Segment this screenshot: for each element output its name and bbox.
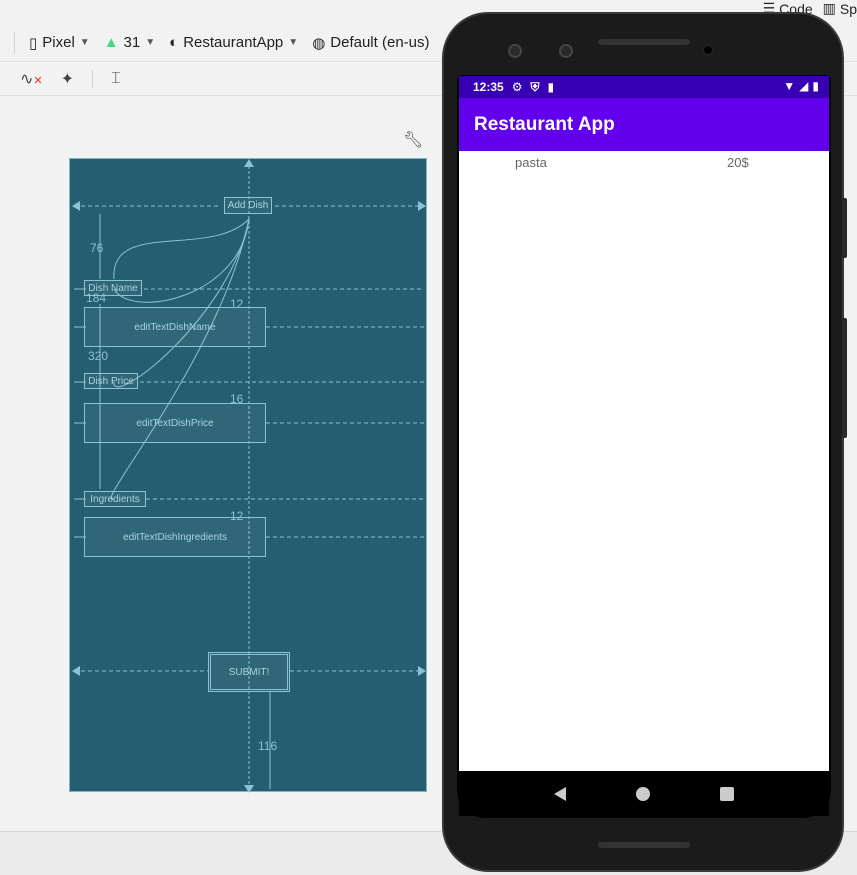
home-icon[interactable] xyxy=(636,786,650,801)
edit-dish-name-widget[interactable]: editTextDishName xyxy=(84,307,266,347)
device-label: Pixel xyxy=(42,34,75,51)
status-time: 12:35 xyxy=(473,80,504,94)
margin-16: 16 xyxy=(230,392,244,406)
status-bar: 12:35 ⚙ ⛨ ▮ ▼ ◢ ▮ xyxy=(459,76,829,98)
app-title: Restaurant App xyxy=(474,113,615,135)
sensor-icon xyxy=(559,44,573,58)
globe-icon: ◍ xyxy=(312,34,326,52)
navigation-bar xyxy=(459,771,829,816)
constraint-lines xyxy=(72,159,426,793)
recents-icon[interactable] xyxy=(720,786,734,801)
power-button[interactable] xyxy=(842,198,847,258)
wifi-icon: ▼ xyxy=(783,79,796,93)
add-dish-widget[interactable]: Add Dish xyxy=(224,197,272,214)
edit-ingredients-widget[interactable]: editTextDishIngredients xyxy=(84,517,266,557)
split-view-label: Sp xyxy=(839,0,857,17)
battery-icon: ▮ xyxy=(812,79,819,93)
dish-price: 20$ xyxy=(727,155,749,170)
android-icon: ▲ xyxy=(103,34,119,51)
margin-184: 184 xyxy=(86,291,107,305)
locale-label: Default (en-us) xyxy=(330,34,430,51)
bottom-speaker xyxy=(598,842,690,848)
toolbar-divider xyxy=(92,69,94,88)
earpiece-speaker xyxy=(598,39,690,45)
guidelines-icon[interactable]: ⌶ xyxy=(111,70,121,88)
margin-76: 76 xyxy=(90,241,104,255)
phone-icon: ▯ xyxy=(29,34,38,52)
shield-icon: ⛨ xyxy=(530,79,540,94)
split-icon: ▥ xyxy=(822,0,836,16)
volume-button[interactable] xyxy=(842,318,847,438)
infer-constraints-icon[interactable]: ✦ xyxy=(61,69,74,89)
device-selector[interactable]: ▯ Pixel ▼ xyxy=(29,34,90,52)
margin-320: 320 xyxy=(88,349,109,363)
chevron-down-icon: ▼ xyxy=(79,37,90,48)
theme-icon: ◐ xyxy=(169,34,179,51)
margin-12a: 12 xyxy=(230,297,244,311)
dish-price-label-widget[interactable]: Dish Price xyxy=(84,373,138,389)
toolbar-divider xyxy=(14,31,15,54)
ingredients-label-widget[interactable]: Ingredients xyxy=(84,491,146,507)
list-item[interactable]: pasta 20$ xyxy=(459,155,829,175)
blueprint-view[interactable]: Add Dish Dish Name editTextDishName Dish… xyxy=(69,158,427,793)
wrench-icon[interactable]: 🔧︎ xyxy=(403,130,423,150)
dish-name: pasta xyxy=(515,155,547,170)
signal-icon: ◢ xyxy=(799,79,809,93)
status-right-icons: ▼ ◢ ▮ xyxy=(783,79,819,93)
edit-dish-price-widget[interactable]: editTextDishPrice xyxy=(84,403,266,443)
front-camera-icon xyxy=(508,44,522,58)
dish-list: pasta 20$ xyxy=(459,151,829,771)
chevron-down-icon: ▼ xyxy=(288,37,299,48)
theme-selector[interactable]: ◐ RestaurantApp ▼ xyxy=(169,34,298,51)
api-level-label: 31 xyxy=(123,34,141,51)
settings-gear-icon: ⚙ xyxy=(511,80,523,94)
app-bar: Restaurant App xyxy=(459,98,829,151)
sd-card-icon: ▮ xyxy=(547,80,555,94)
margin-12b: 12 xyxy=(230,509,244,523)
back-icon[interactable] xyxy=(554,786,566,801)
theme-label: RestaurantApp xyxy=(183,34,284,51)
chevron-down-icon: ▼ xyxy=(145,37,156,48)
split-view-button[interactable]: ▥ Sp xyxy=(823,0,857,17)
locale-selector[interactable]: ◍ Default (en-us) xyxy=(312,34,429,52)
api-level-selector[interactable]: ▲ 31 ▼ xyxy=(104,34,155,51)
submit-widget[interactable]: SUBMIT! xyxy=(208,652,290,692)
margin-116: 116 xyxy=(258,739,278,753)
clear-constraints-icon[interactable]: ∿✕ xyxy=(20,69,43,89)
proximity-sensor-icon xyxy=(702,44,714,56)
